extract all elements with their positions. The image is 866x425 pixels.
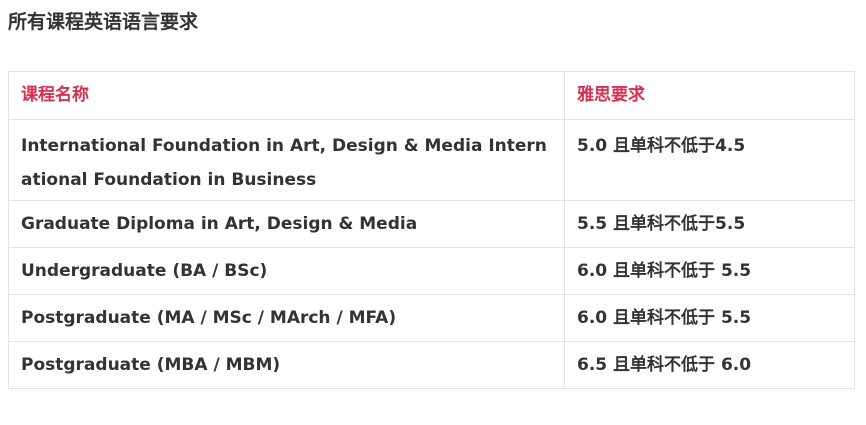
table-row: Postgraduate (MBA / MBM) 6.5 且单科不低于 6.0 [8, 341, 855, 389]
ielts-requirement-cell: 6.5 且单科不低于 6.0 [564, 341, 855, 389]
table-row: Undergraduate (BA / BSc) 6.0 且单科不低于 5.5 [8, 247, 855, 295]
ielts-requirement-cell: 6.0 且单科不低于 5.5 [564, 247, 855, 295]
ielts-requirement-cell: 5.0 且单科不低于4.5 [564, 119, 855, 201]
course-name-cell: Postgraduate (MA / MSc / MArch / MFA) [8, 294, 565, 342]
course-name-cell: International Foundation in Art, Design … [8, 119, 565, 201]
course-name-cell: Postgraduate (MBA / MBM) [8, 341, 565, 389]
table-row: Graduate Diploma in Art, Design & Media … [8, 200, 855, 248]
table-row: Postgraduate (MA / MSc / MArch / MFA) 6.… [8, 294, 855, 342]
english-requirements-table: 课程名称 雅思要求 International Foundation in Ar… [8, 71, 855, 389]
page-title: 所有课程英语语言要求 [8, 11, 199, 33]
page: 所有课程英语语言要求 课程名称 雅思要求 International Found… [0, 0, 866, 425]
table-header-row: 课程名称 雅思要求 [8, 71, 855, 120]
table-row: International Foundation in Art, Design … [8, 119, 855, 201]
ielts-requirement-cell: 6.0 且单科不低于 5.5 [564, 294, 855, 342]
header-course-name: 课程名称 [8, 71, 565, 120]
ielts-requirement-cell: 5.5 且单科不低于5.5 [564, 200, 855, 248]
course-name-cell: Undergraduate (BA / BSc) [8, 247, 565, 295]
course-name-cell: Graduate Diploma in Art, Design & Media [8, 200, 565, 248]
header-ielts-requirement: 雅思要求 [564, 71, 855, 120]
